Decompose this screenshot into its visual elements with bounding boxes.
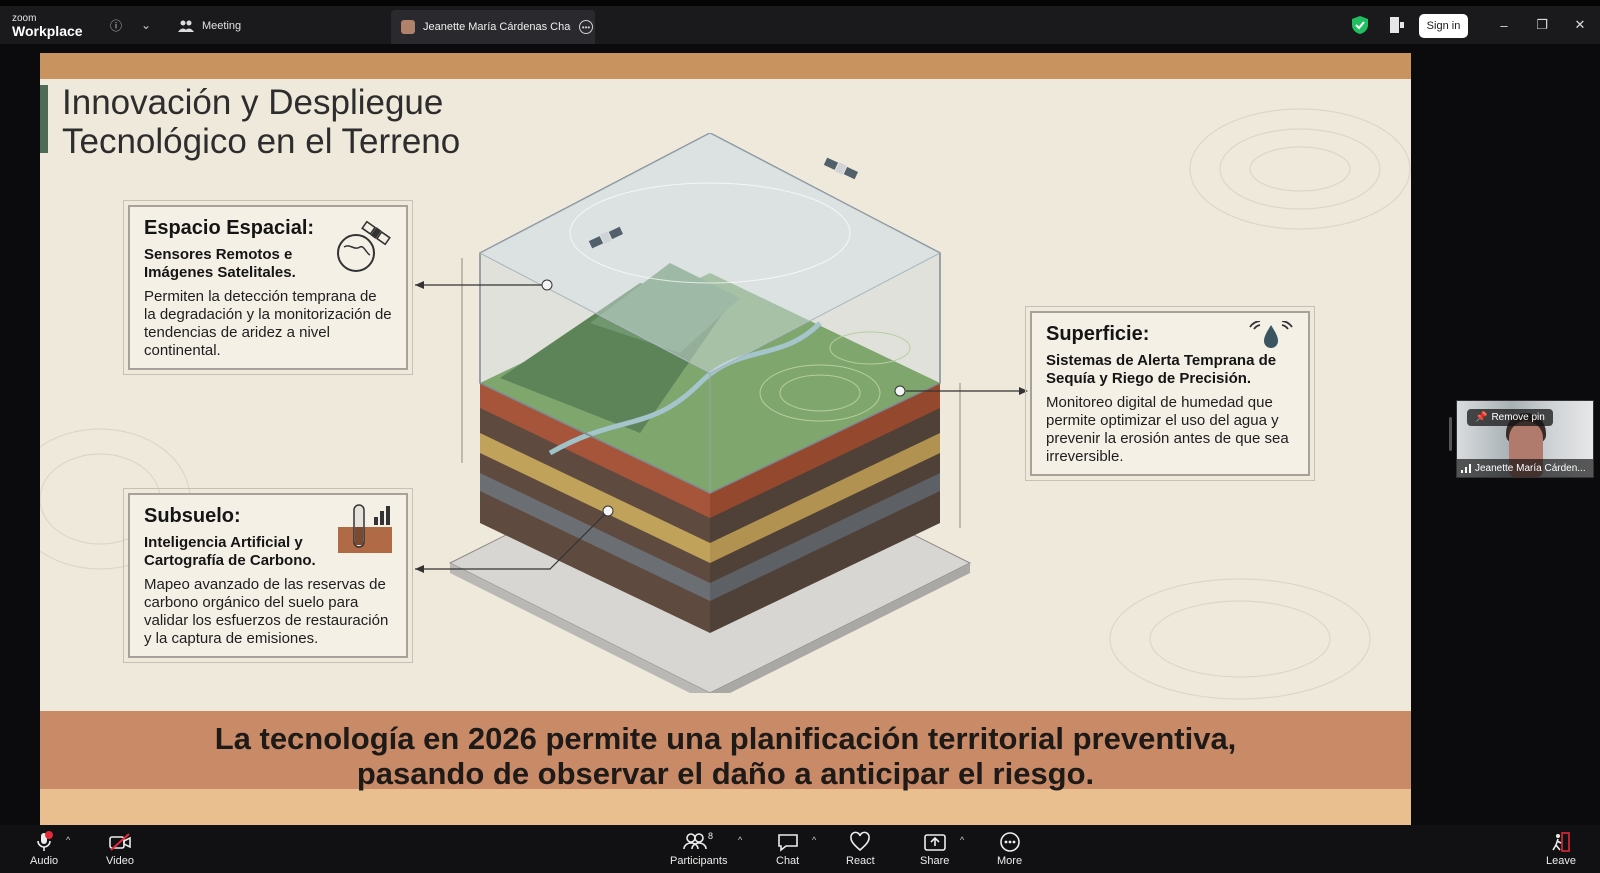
microphone-icon [37, 831, 54, 851]
share-label: Share [920, 855, 950, 867]
footer-line1: La tecnología en 2026 permite una planif… [214, 721, 1237, 756]
meeting-toolbar: Audio ^ Video 8 Participants ^ Chat ^ Re… [0, 825, 1600, 873]
participant-video-tile[interactable]: 📌 Remove pin Jeanette María Cárden... [1456, 400, 1594, 478]
title-bar: zoom Workplace ⓘ ⌄ Meeting Jeanette Marí… [0, 0, 1600, 44]
card-subsuelo-subheading: Inteligencia Artificial y Cartografía de… [144, 534, 316, 569]
video-button[interactable]: Video [106, 831, 134, 867]
more-icon [999, 832, 1020, 852]
participant-name-bar: Jeanette María Cárden... [1457, 459, 1593, 477]
chat-icon [777, 834, 798, 852]
participants-icon: 8 [682, 831, 713, 850]
participants-button[interactable]: 8 Participants [670, 831, 727, 867]
shared-slide: Innovación y Despliegue Tecnológico en e… [40, 53, 1411, 825]
card-superficie-subheading: Sistemas de Alerta Temprana de Sequía y … [1046, 352, 1277, 387]
remove-pin-label: Remove pin [1491, 412, 1545, 423]
active-tab-label: Jeanette María Cárdenas Chacón' [423, 21, 571, 33]
card-superficie: Superficie: Sistemas de Alerta Temprana … [1025, 306, 1315, 481]
share-options-chevron-icon[interactable]: ^ [960, 835, 964, 845]
card-espacio: Espacio Espacial: Sensores Remotos e Imá… [123, 200, 413, 375]
more-options-icon[interactable]: ••• [579, 20, 593, 34]
globe-satellite-icon [337, 220, 391, 272]
slide-footer-text: La tecnología en 2026 permite una planif… [40, 721, 1411, 791]
panel-resize-handle[interactable] [1449, 417, 1452, 451]
leave-door-icon [1552, 832, 1570, 852]
share-screen-icon [923, 834, 946, 851]
leave-button[interactable]: Leave [1546, 831, 1576, 867]
close-icon[interactable]: ✕ [1570, 16, 1590, 34]
chevron-down-icon[interactable]: ⌄ [136, 15, 156, 35]
participants-options-chevron-icon[interactable]: ^ [738, 835, 742, 845]
share-button[interactable]: Share [920, 831, 949, 867]
card-subsuelo: Subsuelo: Inteligencia Artificial y Cart… [123, 488, 413, 663]
react-label: React [846, 855, 875, 867]
remove-pin-button[interactable]: 📌 Remove pin [1467, 409, 1553, 426]
video-off-icon [109, 833, 131, 851]
chat-options-chevron-icon[interactable]: ^ [812, 835, 816, 845]
chat-button[interactable]: Chat [776, 831, 799, 867]
security-shield-icon[interactable] [1352, 16, 1368, 34]
card-superficie-body: Monitoreo digital de humedad que permite… [1046, 394, 1289, 465]
heart-icon [850, 831, 871, 852]
participant-name: Jeanette María Cárden... [1475, 462, 1586, 474]
brand-big: Workplace [12, 23, 83, 39]
pin-icon: 📌 [1475, 412, 1488, 423]
audio-button[interactable]: Audio [30, 831, 58, 867]
card-subsuelo-body: Mapeo avanzado de las reservas de carbon… [144, 576, 389, 647]
react-button[interactable]: React [846, 831, 875, 867]
avatar [401, 20, 415, 34]
sign-in-button[interactable]: Sign in [1419, 14, 1468, 38]
audio-options-chevron-icon[interactable]: ^ [66, 835, 70, 845]
card-espacio-subheading: Sensores Remotos e Imágenes Satelitales. [144, 246, 296, 281]
audio-label: Audio [30, 855, 59, 867]
meeting-tab-label: Meeting [202, 20, 242, 32]
zoom-workplace-logo: zoom Workplace [12, 14, 83, 39]
meeting-icon [178, 20, 194, 32]
info-icon[interactable]: ⓘ [106, 15, 126, 35]
tab-meeting[interactable]: Meeting [178, 14, 241, 38]
more-button[interactable]: More [997, 831, 1022, 867]
footer-line2: pasando de observar el daño a anticipar … [356, 756, 1095, 791]
signal-strength-icon [1461, 463, 1471, 473]
more-label: More [997, 855, 1023, 867]
video-label: Video [106, 855, 134, 867]
minimize-icon[interactable]: – [1494, 16, 1514, 34]
participants-label: Participants [670, 855, 728, 867]
water-sensor-icon [1249, 321, 1293, 348]
card-espacio-body: Permiten la detección temprana de la deg… [144, 288, 392, 359]
soil-sample-chart-icon [338, 504, 392, 553]
screen-share-indicator-icon[interactable] [1390, 17, 1404, 33]
participants-count: 8 [708, 831, 713, 841]
restore-icon[interactable]: ❐ [1532, 16, 1552, 34]
tab-shared-screen[interactable]: Jeanette María Cárdenas Chacón' ••• [391, 10, 595, 44]
leave-label: Leave [1546, 855, 1576, 867]
chat-label: Chat [776, 855, 800, 867]
